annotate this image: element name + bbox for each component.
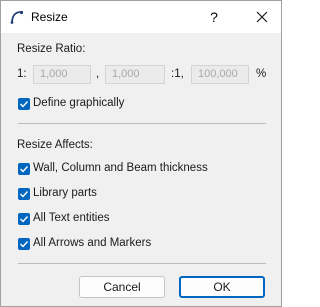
title-bar: Resize ? <box>1 1 281 33</box>
resize-arc-icon <box>10 10 24 24</box>
resize-affects-heading: Resize Affects: <box>17 139 93 151</box>
checkmark-icon <box>20 216 29 223</box>
help-button[interactable]: ? <box>197 2 231 32</box>
checkbox-checked[interactable] <box>18 98 30 110</box>
section-divider <box>18 123 266 124</box>
checkmark-icon <box>20 241 29 248</box>
checkbox-checked[interactable] <box>18 213 30 225</box>
resize-ratio-heading: Resize Ratio: <box>17 43 86 55</box>
resize-dialog: Resize ? Resize Ratio: 1: 1,000 , 1,000 … <box>0 0 282 307</box>
all-arrows-markers-label: All Arrows and Markers <box>33 237 152 249</box>
checkbox-checked[interactable] <box>18 188 30 200</box>
wall-column-beam-label: Wall, Column and Beam thickness <box>33 162 208 174</box>
ratio-mid-label: :1, <box>171 68 184 80</box>
checkmark-icon <box>20 166 29 173</box>
ratio-value1-field[interactable]: 1,000 <box>33 65 91 84</box>
window-title: Resize <box>31 10 68 24</box>
ratio-value2-field[interactable]: 1,000 <box>105 65 165 84</box>
library-parts-label: Library parts <box>33 187 97 199</box>
ratio-prefix-label: 1: <box>17 68 27 80</box>
ratio-separator-label: , <box>96 68 100 80</box>
checkmark-icon <box>20 101 29 108</box>
percent-sign-label: % <box>256 68 267 80</box>
define-graphically-label: Define graphically <box>33 97 125 109</box>
close-button[interactable] <box>245 2 279 32</box>
percent-field[interactable]: 100,000 <box>191 65 249 84</box>
cancel-button[interactable]: Cancel <box>79 276 165 298</box>
all-text-entities-label: All Text entities <box>33 212 110 224</box>
checkbox-checked[interactable] <box>18 238 30 250</box>
checkbox-checked[interactable] <box>18 163 30 175</box>
ok-button[interactable]: OK <box>179 276 265 298</box>
buttons-divider <box>18 263 266 264</box>
close-icon <box>256 11 268 23</box>
checkmark-icon <box>20 191 29 198</box>
